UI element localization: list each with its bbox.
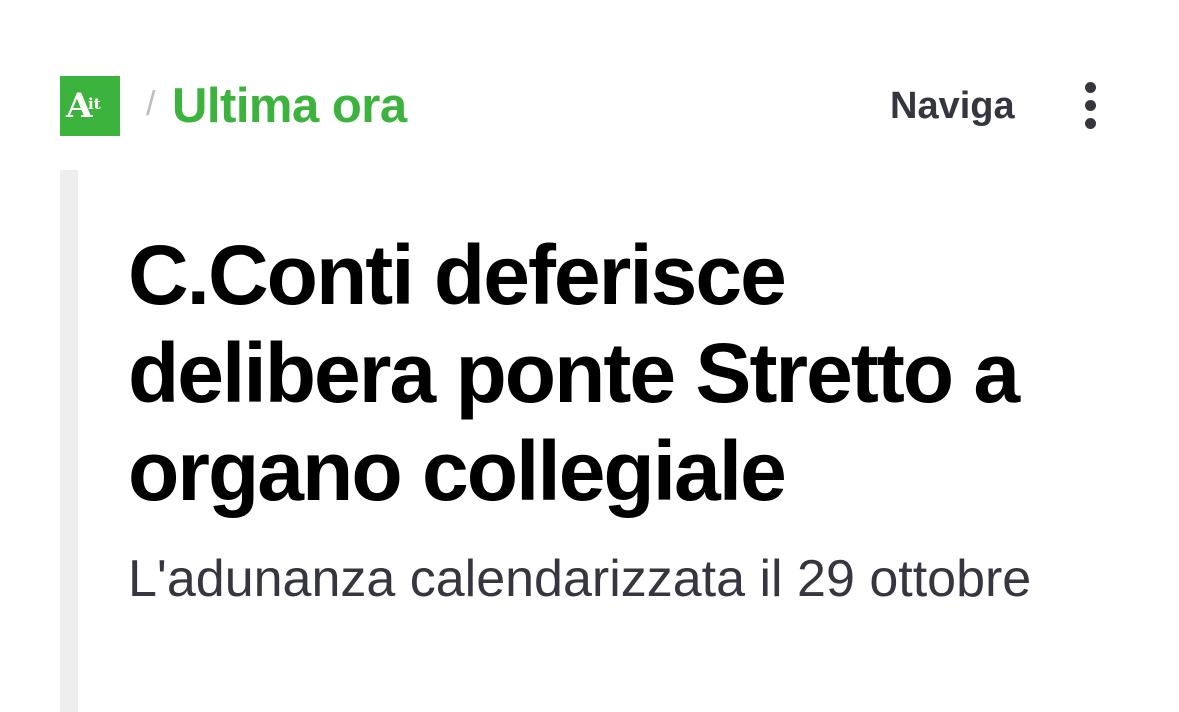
logo-suffix: it [88,95,101,113]
breadcrumb-separator: / [146,85,156,123]
naviga-button[interactable]: Naviga [890,84,1015,128]
article-headline: C.Conti deferisce delibera ponte Stretto… [128,228,1020,518]
more-vertical-icon [1085,82,1096,93]
more-vertical-icon-dot [1085,118,1096,129]
article: C.Conti deferisce delibera ponte Stretto… [60,170,1120,712]
site-logo[interactable]: A it [60,76,120,136]
article-left-rule [60,170,78,712]
more-vertical-icon-dot [1085,100,1096,111]
top-bar: A it / Ultima ora Naviga [60,76,1116,136]
more-menu-button[interactable] [1066,76,1116,136]
section-link-ultima-ora[interactable]: Ultima ora [172,78,407,134]
article-subheadline: L'adunanza calendarizzata il 29 ottobre [128,550,1032,608]
